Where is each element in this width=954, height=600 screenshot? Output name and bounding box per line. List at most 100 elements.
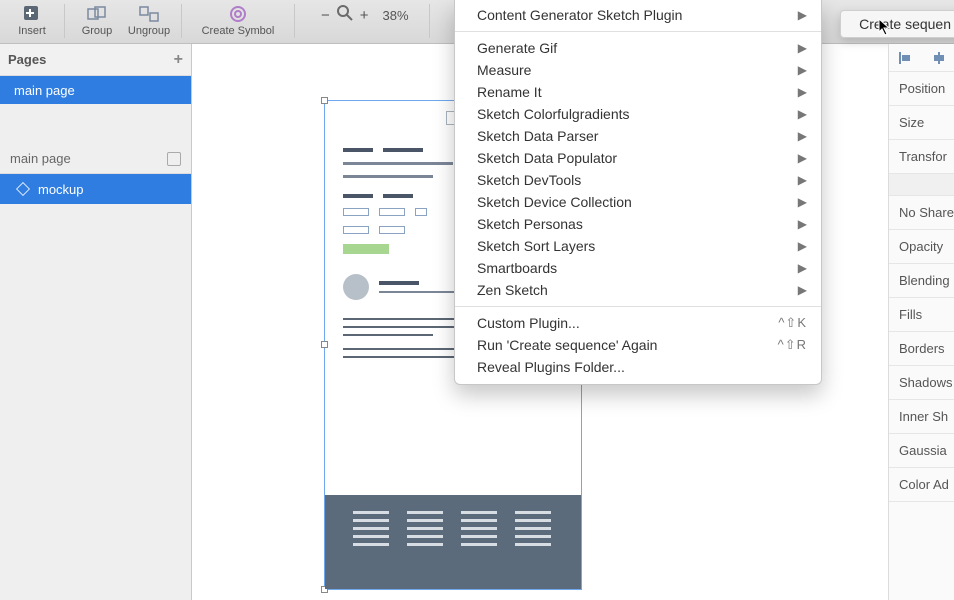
pages-header: Pages + bbox=[0, 44, 191, 76]
align-center-icon[interactable] bbox=[933, 52, 945, 64]
menu-label: Sketch DevTools bbox=[477, 172, 581, 188]
resize-handle[interactable] bbox=[321, 97, 328, 104]
menu-label: Zen Sketch bbox=[477, 282, 548, 298]
insert-label: Insert bbox=[18, 25, 46, 37]
menu-label: Sketch Data Parser bbox=[477, 128, 598, 144]
group-folder-icon bbox=[16, 182, 30, 196]
artboard-icon bbox=[167, 152, 181, 166]
menu-item[interactable]: Smartboards▶ bbox=[455, 257, 821, 279]
menu-separator bbox=[455, 306, 821, 307]
inspector-inner-shadows[interactable]: Inner Sh bbox=[889, 400, 954, 434]
mockup-footer bbox=[325, 495, 581, 589]
inspector-borders[interactable]: Borders bbox=[889, 332, 954, 366]
group-button[interactable]: Group bbox=[71, 0, 123, 42]
chevron-right-icon: ▶ bbox=[798, 195, 807, 209]
zoom-percent: 38% bbox=[383, 8, 409, 23]
layer-name: mockup bbox=[38, 182, 84, 197]
chevron-right-icon: ▶ bbox=[798, 283, 807, 297]
layer-item[interactable]: mockup bbox=[0, 174, 191, 204]
menu-label: Sketch Personas bbox=[477, 216, 583, 232]
menu-label: Sketch Sort Layers bbox=[477, 238, 595, 254]
menu-label: Sketch Colorfulgradients bbox=[477, 106, 630, 122]
inspector-color-adjust[interactable]: Color Ad bbox=[889, 468, 954, 502]
separator bbox=[181, 4, 182, 38]
inspector-size[interactable]: Size bbox=[889, 106, 954, 140]
ungroup-label: Ungroup bbox=[128, 25, 170, 37]
separator bbox=[64, 4, 65, 38]
inspector-shadows[interactable]: Shadows bbox=[889, 366, 954, 400]
align-left-icon[interactable] bbox=[899, 52, 911, 64]
menu-label: Measure bbox=[477, 62, 531, 78]
inspector-position[interactable]: Position bbox=[889, 72, 954, 106]
inspector-opacity[interactable]: Opacity bbox=[889, 230, 954, 264]
menu-label: Reveal Plugins Folder... bbox=[477, 359, 625, 375]
menu-item[interactable]: Measure▶ bbox=[455, 59, 821, 81]
menu-item[interactable]: Sketch Data Parser ▶ bbox=[455, 125, 821, 147]
menu-shortcut: ^⇧R bbox=[778, 337, 807, 353]
menu-item[interactable]: Content Generator Sketch Plugin▶ bbox=[455, 4, 821, 26]
ungroup-button[interactable]: Ungroup bbox=[123, 0, 175, 42]
menu-label: Content Generator Sketch Plugin bbox=[477, 7, 682, 23]
chevron-right-icon: ▶ bbox=[798, 107, 807, 121]
menu-item[interactable]: Zen Sketch ▶ bbox=[455, 279, 821, 301]
menu-item[interactable]: Sketch DevTools ▶ bbox=[455, 169, 821, 191]
menu-label: Smartboards bbox=[477, 260, 557, 276]
zoom-minus-icon[interactable]: − bbox=[321, 7, 330, 24]
chevron-right-icon: ▶ bbox=[798, 173, 807, 187]
menu-item-custom-plugin[interactable]: Custom Plugin... ^⇧K bbox=[455, 312, 821, 334]
alignment-controls[interactable] bbox=[889, 44, 954, 72]
inspector-blending[interactable]: Blending bbox=[889, 264, 954, 298]
menu-item-reveal-folder[interactable]: Reveal Plugins Folder... bbox=[455, 356, 821, 378]
tooltip-text: Create sequen bbox=[859, 16, 951, 32]
page-item[interactable]: main page bbox=[0, 76, 191, 104]
ungroup-icon bbox=[139, 5, 159, 23]
create-symbol-label: Create Symbol bbox=[202, 25, 275, 37]
symbol-icon bbox=[229, 5, 247, 23]
page-name: main page bbox=[14, 83, 75, 98]
chevron-right-icon: ▶ bbox=[798, 85, 807, 99]
menu-item[interactable]: Sketch Sort Layers ▶ bbox=[455, 235, 821, 257]
chevron-right-icon: ▶ bbox=[798, 217, 807, 231]
resize-handle[interactable] bbox=[321, 341, 328, 348]
cursor-icon bbox=[878, 18, 892, 36]
chevron-right-icon: ▶ bbox=[798, 151, 807, 165]
inspector-transform[interactable]: Transfor bbox=[889, 140, 954, 174]
inspector-fills[interactable]: Fills bbox=[889, 298, 954, 332]
chevron-right-icon: ▶ bbox=[798, 239, 807, 253]
insert-button[interactable]: Insert bbox=[6, 0, 58, 42]
create-symbol-button[interactable]: Create Symbol bbox=[188, 0, 288, 42]
menu-label: Sketch Device Collection bbox=[477, 194, 632, 210]
group-icon bbox=[87, 5, 107, 23]
inspector-panel: Position Size Transfor No Share Opacity … bbox=[888, 44, 954, 600]
menu-item[interactable]: Sketch Device Collection ▶ bbox=[455, 191, 821, 213]
menu-separator bbox=[455, 31, 821, 32]
menu-label: Run 'Create sequence' Again bbox=[477, 337, 657, 353]
inspector-noshare[interactable]: No Share bbox=[889, 196, 954, 230]
menu-item-run-again[interactable]: Run 'Create sequence' Again ^⇧R bbox=[455, 334, 821, 356]
artboard-header[interactable]: main page bbox=[0, 144, 191, 174]
menu-item[interactable]: Sketch Data Populator ▶ bbox=[455, 147, 821, 169]
tooltip: Create sequen bbox=[840, 10, 954, 38]
menu-item[interactable]: Generate Gif▶ bbox=[455, 37, 821, 59]
menu-item[interactable]: Sketch Personas ▶ bbox=[455, 213, 821, 235]
menu-label: Custom Plugin... bbox=[477, 315, 580, 331]
inspector-gaussian[interactable]: Gaussia bbox=[889, 434, 954, 468]
menu-shortcut: ^⇧K bbox=[778, 315, 807, 331]
chevron-right-icon: ▶ bbox=[798, 41, 807, 55]
add-page-icon[interactable]: + bbox=[174, 51, 183, 69]
menu-label: Rename It bbox=[477, 84, 542, 100]
left-panel: Pages + main page main page mockup bbox=[0, 44, 192, 600]
menu-item[interactable]: Rename It ▶ bbox=[455, 81, 821, 103]
zoom-icon[interactable] bbox=[336, 4, 354, 27]
zoom-plus-icon[interactable]: + bbox=[360, 7, 369, 24]
inspector-gap bbox=[889, 174, 954, 196]
pages-title: Pages bbox=[8, 52, 46, 67]
artboard-name: main page bbox=[10, 151, 71, 166]
menu-label: Sketch Data Populator bbox=[477, 150, 617, 166]
plugins-dropdown[interactable]: Content Generator Sketch Plugin▶ Generat… bbox=[454, 0, 822, 385]
menu-item[interactable]: Sketch Colorfulgradients ▶ bbox=[455, 103, 821, 125]
separator bbox=[429, 4, 430, 38]
chevron-right-icon: ▶ bbox=[798, 129, 807, 143]
zoom-control: − + 38% bbox=[321, 4, 409, 27]
separator bbox=[294, 4, 295, 38]
